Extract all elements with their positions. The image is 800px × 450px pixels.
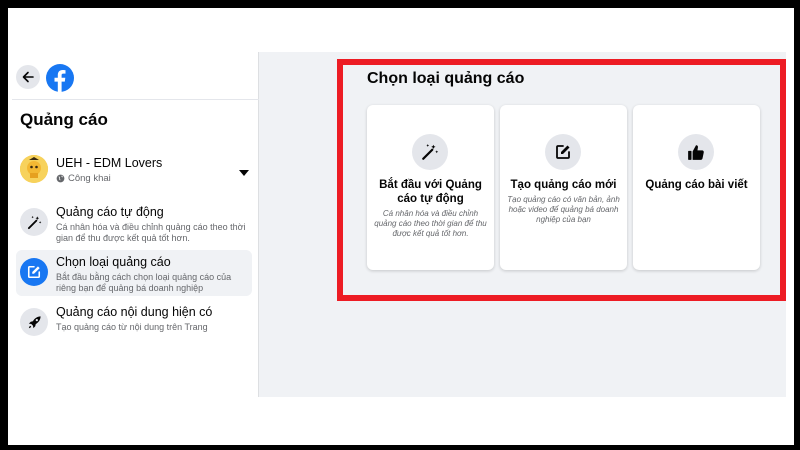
globe-icon (56, 174, 65, 183)
sidebar-item-choose-ad-type[interactable]: Chọn loại quảng cáo Bắt đầu bằng cách ch… (16, 250, 252, 296)
sidebar-item-title: Quảng cáo nội dung hiện có (56, 305, 213, 319)
caret-down-icon[interactable] (238, 165, 250, 176)
account-visibility-label: Công khai (68, 173, 111, 184)
facebook-logo-icon[interactable] (46, 64, 74, 92)
sidebar-header (12, 52, 259, 100)
back-button[interactable] (16, 65, 40, 89)
sidebar-item-desc: Bắt đầu bằng cách chọn loại quảng cáo củ… (56, 272, 232, 293)
rocket-icon (20, 308, 48, 336)
sidebar-item-title: Quảng cáo tự động (56, 205, 164, 219)
sidebar: Quảng cáo UEH - EDM Lovers Công khai Quả… (12, 52, 259, 397)
sidebar-item-desc: Tạo quảng cáo từ nội dung trên Trang (56, 322, 208, 332)
highlight-box (337, 59, 786, 301)
account-name: UEH - EDM Lovers (56, 156, 163, 170)
sidebar-item-desc: Cá nhân hóa và điều chỉnh quảng cáo theo… (56, 222, 246, 243)
page-title: Quảng cáo (20, 110, 108, 129)
account-selector[interactable]: UEH - EDM Lovers Công khai (20, 155, 250, 189)
bottom-strip (12, 397, 786, 437)
arrow-left-icon (22, 71, 34, 83)
sidebar-item-title: Chọn loại quảng cáo (56, 255, 171, 269)
edit-icon (20, 258, 48, 286)
avatar (20, 155, 48, 183)
magic-wand-icon (20, 208, 48, 236)
sidebar-item-auto-ads[interactable]: Quảng cáo tự động Cá nhân hóa và điều ch… (16, 200, 252, 246)
sidebar-item-boost-existing[interactable]: Quảng cáo nội dung hiện có Tạo quảng cáo… (16, 300, 252, 346)
account-visibility: Công khai (56, 173, 111, 184)
